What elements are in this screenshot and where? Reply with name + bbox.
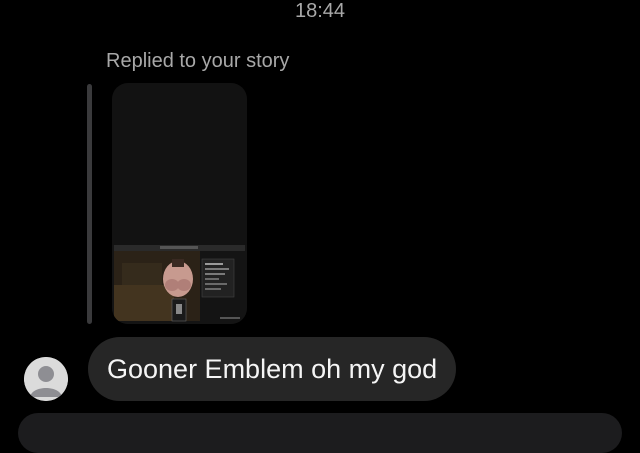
- reply-context-label: Replied to your story: [106, 50, 290, 72]
- message-composer[interactable]: [18, 413, 622, 453]
- reply-quote-bar: [87, 84, 92, 324]
- message-bubble[interactable]: Gooner Emblem oh my god: [88, 337, 457, 401]
- story-screenshot-thumbnail: [112, 245, 247, 324]
- message-timestamp: 18:44: [294, 0, 346, 22]
- default-avatar-icon: [24, 357, 68, 401]
- sender-avatar[interactable]: [24, 357, 68, 401]
- story-preview-card[interactable]: [112, 83, 247, 324]
